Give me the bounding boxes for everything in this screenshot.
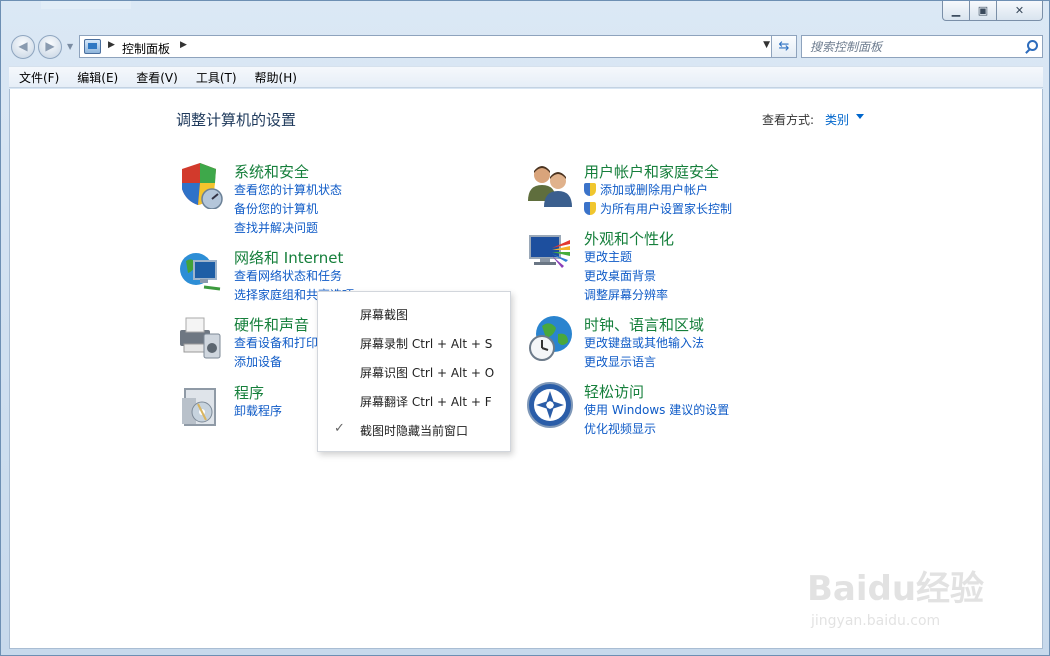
menu-help[interactable]: 帮助(H) (245, 69, 305, 86)
checkmark-icon: ✓ (334, 421, 345, 436)
link-parental-controls[interactable]: 为所有用户设置家长控制 (584, 200, 732, 217)
view-by-selector[interactable]: 类别 (825, 111, 849, 128)
category-system-security: 系统和安全 查看您的计算机状态 备份您的计算机 查找并解决问题 (176, 161, 496, 241)
refresh-icon: ⇆ (778, 39, 790, 54)
menu-item-screen-recognize[interactable]: 屏幕识图 Ctrl + Alt + O (360, 364, 494, 381)
link-adjust-resolution[interactable]: 调整屏幕分辨率 (584, 286, 668, 303)
link-change-theme[interactable]: 更改主题 (584, 248, 632, 265)
clock-globe-icon[interactable] (526, 314, 574, 362)
menu-item-screenshot[interactable]: 屏幕截图 (360, 306, 408, 323)
maximize-button[interactable]: ▣ (970, 1, 997, 21)
refresh-button[interactable]: ⇆ (771, 35, 797, 58)
category-clock-language-region: 时钟、语言和区域 更改键盘或其他输入法 更改显示语言 (526, 314, 846, 374)
menu-view[interactable]: 查看(V) (126, 69, 186, 86)
link-view-computer-status[interactable]: 查看您的计算机状态 (234, 181, 342, 198)
category-title[interactable]: 时钟、语言和区域 (584, 314, 704, 335)
link-devices-printers[interactable]: 查看设备和打印机 (234, 334, 330, 351)
forward-arrow-icon: ▶ (45, 39, 55, 53)
link-network-status[interactable]: 查看网络状态和任务 (234, 267, 342, 284)
address-bar[interactable]: ▶ 控制面板 ▶ ▼ (79, 35, 797, 58)
users-icon[interactable] (526, 161, 574, 209)
breadcrumb-separator-icon[interactable]: ▶ (180, 40, 187, 50)
menu-item-screen-translate[interactable]: 屏幕翻译 Ctrl + Alt + F (360, 393, 492, 410)
uac-shield-icon (584, 202, 596, 215)
link-backup-computer[interactable]: 备份您的计算机 (234, 200, 318, 217)
category-title[interactable]: 硬件和声音 (234, 314, 309, 335)
close-icon: ✕ (1014, 4, 1025, 17)
close-button[interactable]: ✕ (997, 1, 1043, 21)
category-appearance: 外观和个性化 更改主题 更改桌面背景 调整屏幕分辨率 (526, 228, 846, 308)
control-panel-icon (84, 39, 101, 54)
link-add-device[interactable]: 添加设备 (234, 353, 282, 370)
search-box (801, 35, 1043, 58)
link-troubleshoot[interactable]: 查找并解决问题 (234, 219, 318, 236)
minimize-icon: ▁ (951, 4, 961, 17)
shield-icon[interactable] (176, 161, 224, 209)
link-change-desktop-background[interactable]: 更改桌面背景 (584, 267, 656, 284)
search-input[interactable] (810, 37, 1010, 57)
menu-tools[interactable]: 工具(T) (186, 69, 245, 86)
search-icon[interactable] (1027, 40, 1038, 51)
uac-shield-icon (584, 183, 596, 196)
breadcrumb-control-panel[interactable]: 控制面板 (122, 40, 170, 57)
menu-edit[interactable]: 编辑(E) (67, 69, 126, 86)
category-title[interactable]: 外观和个性化 (584, 228, 674, 249)
screenshot-context-menu: 屏幕截图 屏幕录制 Ctrl + Alt + S 屏幕识图 Ctrl + Alt… (317, 291, 511, 452)
category-title[interactable]: 系统和安全 (234, 161, 309, 182)
page-title: 调整计算机的设置 (176, 111, 297, 129)
monitor-palette-icon[interactable] (526, 228, 574, 276)
category-title[interactable]: 程序 (234, 382, 264, 403)
menu-item-screen-record[interactable]: 屏幕录制 Ctrl + Alt + S (360, 335, 492, 352)
view-by-dropdown-icon[interactable] (856, 114, 864, 119)
printer-icon[interactable] (176, 314, 224, 362)
minimize-button[interactable]: ▁ (942, 1, 970, 21)
link-label: 添加或删除用户帐户 (600, 183, 709, 197)
link-optimize-video[interactable]: 优化视频显示 (584, 420, 656, 437)
category-title[interactable]: 轻松访问 (584, 381, 644, 402)
globe-network-icon[interactable] (176, 247, 224, 295)
category-ease-of-access: 轻松访问 使用 Windows 建议的设置 优化视频显示 (526, 381, 846, 441)
category-title[interactable]: 用户帐户和家庭安全 (584, 161, 719, 182)
link-uninstall-program[interactable]: 卸载程序 (234, 402, 282, 419)
programs-icon[interactable] (176, 382, 224, 430)
link-add-remove-users[interactable]: 添加或删除用户帐户 (584, 181, 708, 198)
window-controls: ▁ ▣ ✕ (942, 1, 1043, 21)
menu-bar: 文件(F) 编辑(E) 查看(V) 工具(T) 帮助(H) (9, 66, 1043, 88)
breadcrumb-separator-icon[interactable]: ▶ (108, 40, 115, 50)
window-frame: ▁ ▣ ✕ ◀ ▶ ▼ ▶ 控制面板 ▶ ▼ ⇆ 文件(F) 编辑(E) 查看(… (0, 0, 1050, 656)
link-change-keyboard-input[interactable]: 更改键盘或其他输入法 (584, 334, 704, 351)
ease-of-access-icon[interactable] (526, 381, 574, 429)
forward-button[interactable]: ▶ (38, 35, 62, 59)
link-change-display-language[interactable]: 更改显示语言 (584, 353, 656, 370)
back-arrow-icon: ◀ (18, 39, 28, 53)
recent-pages-dropdown-icon[interactable]: ▼ (67, 42, 73, 51)
back-button[interactable]: ◀ (11, 35, 35, 59)
category-title[interactable]: 网络和 Internet (234, 247, 343, 268)
menu-item-hide-window[interactable]: 截图时隐藏当前窗口 (360, 422, 468, 439)
address-dropdown-icon[interactable]: ▼ (763, 40, 770, 50)
maximize-icon: ▣ (977, 4, 989, 17)
category-user-accounts: 用户帐户和家庭安全 添加或删除用户帐户 为所有用户设置家长控制 (526, 161, 846, 221)
content-area: 调整计算机的设置 查看方式: 类别 系统和安全 查看您的计算机状态 备份您的计算… (9, 89, 1043, 649)
title-bar-area (41, 1, 131, 9)
menu-file[interactable]: 文件(F) (9, 69, 67, 86)
link-label: 为所有用户设置家长控制 (600, 202, 733, 216)
view-by-label: 查看方式: (762, 113, 815, 127)
link-recommended-settings[interactable]: 使用 Windows 建议的设置 (584, 401, 729, 418)
navigation-bar: ◀ ▶ ▼ ▶ 控制面板 ▶ ▼ ⇆ (9, 33, 1043, 61)
